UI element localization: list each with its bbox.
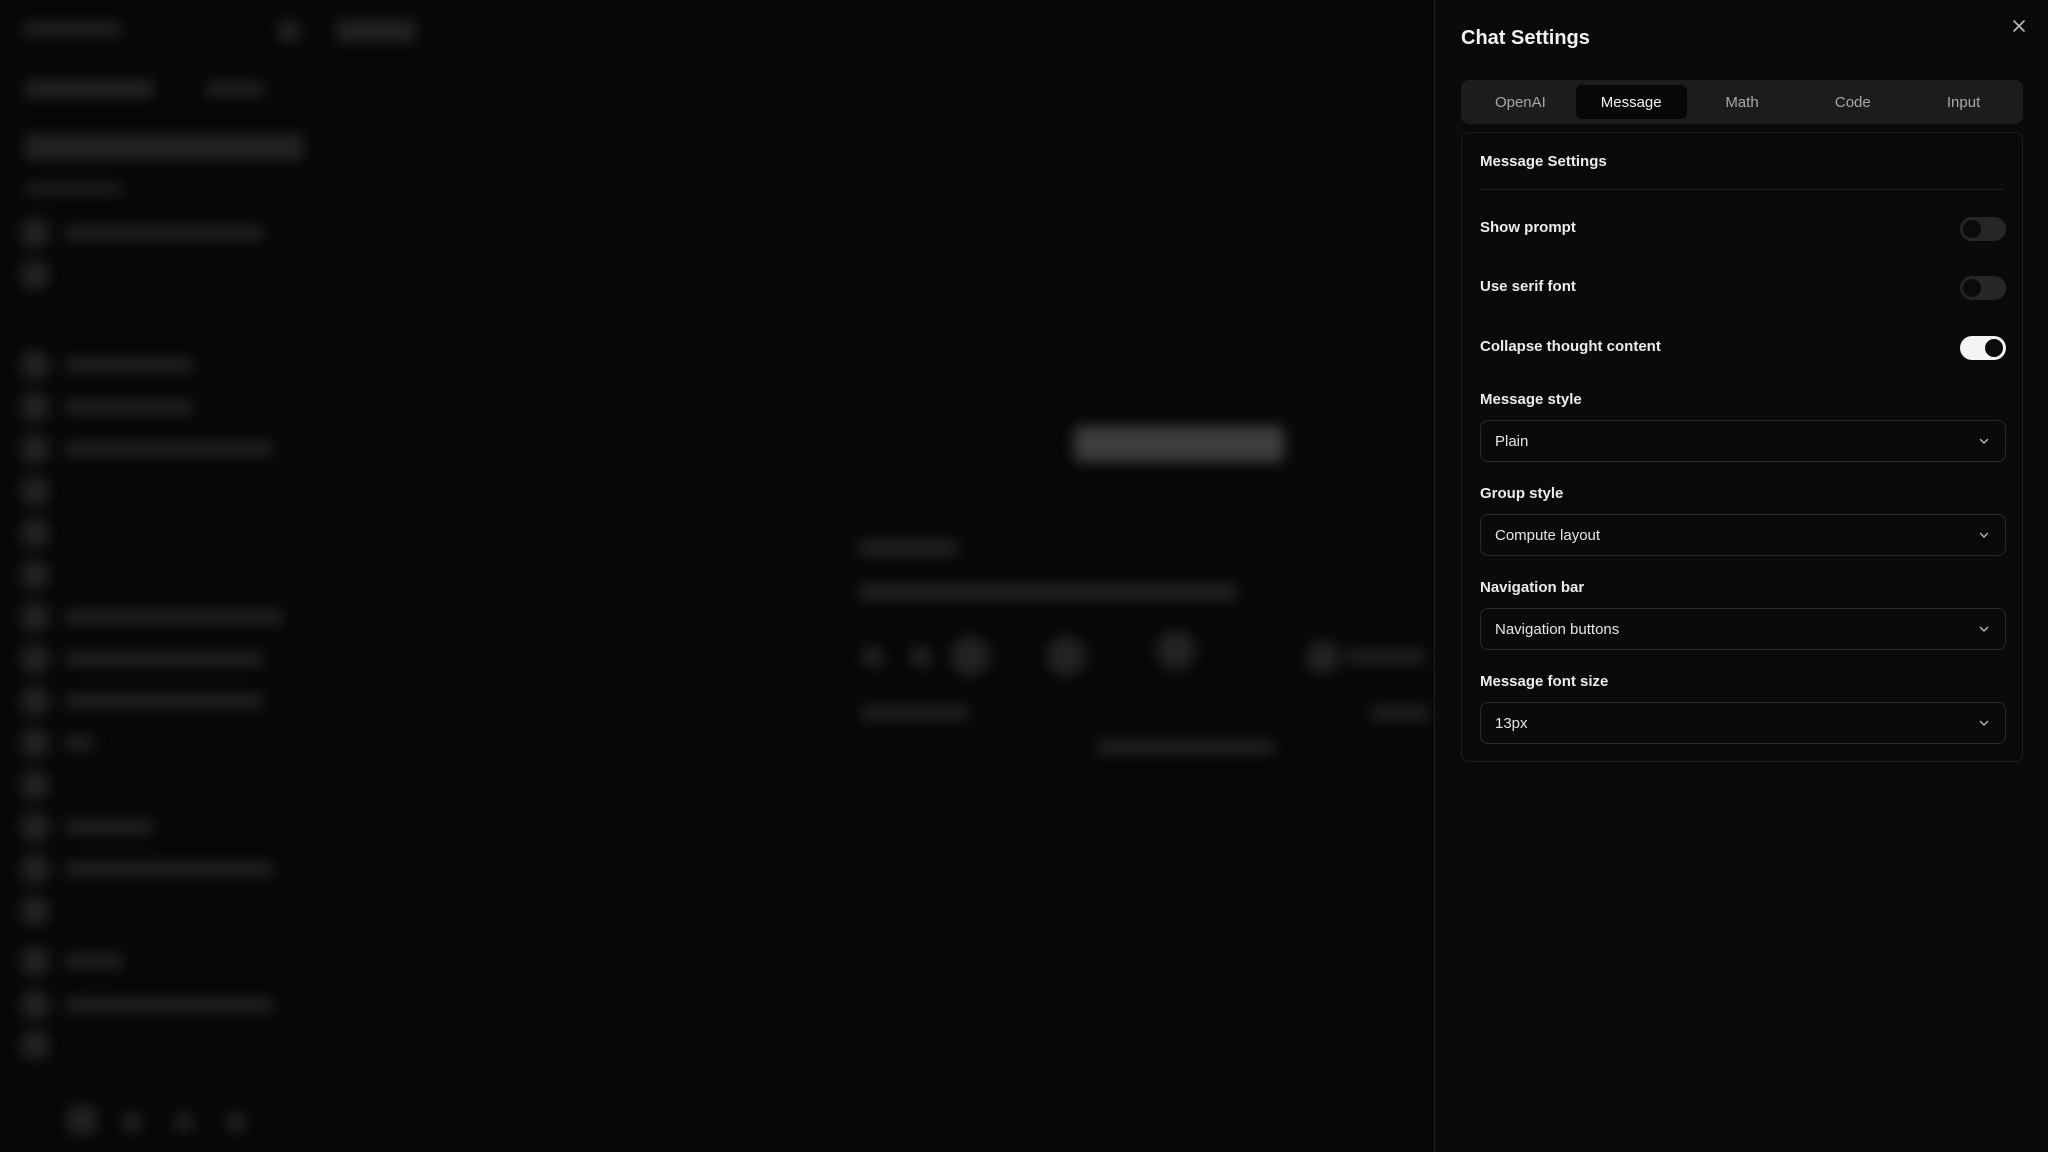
message-settings-card: Message Settings Show prompt Use serif f… [1461,132,2023,762]
tab-openai[interactable]: OpenAI [1465,85,1576,119]
toggle-knob [1985,339,2003,357]
tab-input[interactable]: Input [1908,85,2019,119]
section-title: Message Settings [1480,153,1607,170]
group-style-label: Group style [1480,485,1564,502]
close-icon[interactable] [2012,19,2026,33]
divider [1480,189,2004,190]
close-button[interactable] [2008,15,2030,37]
chevron-down-icon [1977,716,1991,730]
chevron-down-icon [1977,434,1991,448]
use-serif-font-label: Use serif font [1480,278,1576,295]
navigation-bar-label: Navigation bar [1480,579,1585,596]
message-font-size-value: 13px [1495,714,1528,732]
panel-title: Chat Settings [1461,27,1590,49]
use-serif-font-toggle[interactable] [1960,276,2006,300]
navigation-bar-select[interactable]: Navigation buttons [1480,608,2006,650]
collapse-thought-content-toggle[interactable] [1960,336,2006,360]
tab-math[interactable]: Math [1687,85,1798,119]
message-style-value: Plain [1495,432,1529,450]
show-prompt-label: Show prompt [1480,219,1576,236]
chevron-down-icon [1977,528,1991,542]
chat-settings-panel: Chat Settings OpenAI Message Math Code I… [1434,0,2048,1152]
message-style-label: Message style [1480,391,1582,408]
collapse-thought-content-label: Collapse thought content [1480,338,1661,355]
message-font-size-select[interactable]: 13px [1480,702,2006,744]
settings-tabs: OpenAI Message Math Code Input [1461,80,2023,124]
show-prompt-toggle[interactable] [1960,217,2006,241]
group-style-value: Compute layout [1495,526,1601,544]
tab-code[interactable]: Code [1797,85,1908,119]
background-app [0,0,1434,1152]
chevron-down-icon [1977,622,1991,636]
background-blur-layer [0,0,1434,1152]
navigation-bar-value: Navigation buttons [1495,620,1620,638]
message-style-select[interactable]: Plain [1480,420,2006,462]
toggle-knob [1963,279,1981,297]
toggle-knob [1963,220,1981,238]
group-style-select[interactable]: Compute layout [1480,514,2006,556]
tab-message[interactable]: Message [1575,85,1687,119]
message-font-size-label: Message font size [1480,673,1609,690]
